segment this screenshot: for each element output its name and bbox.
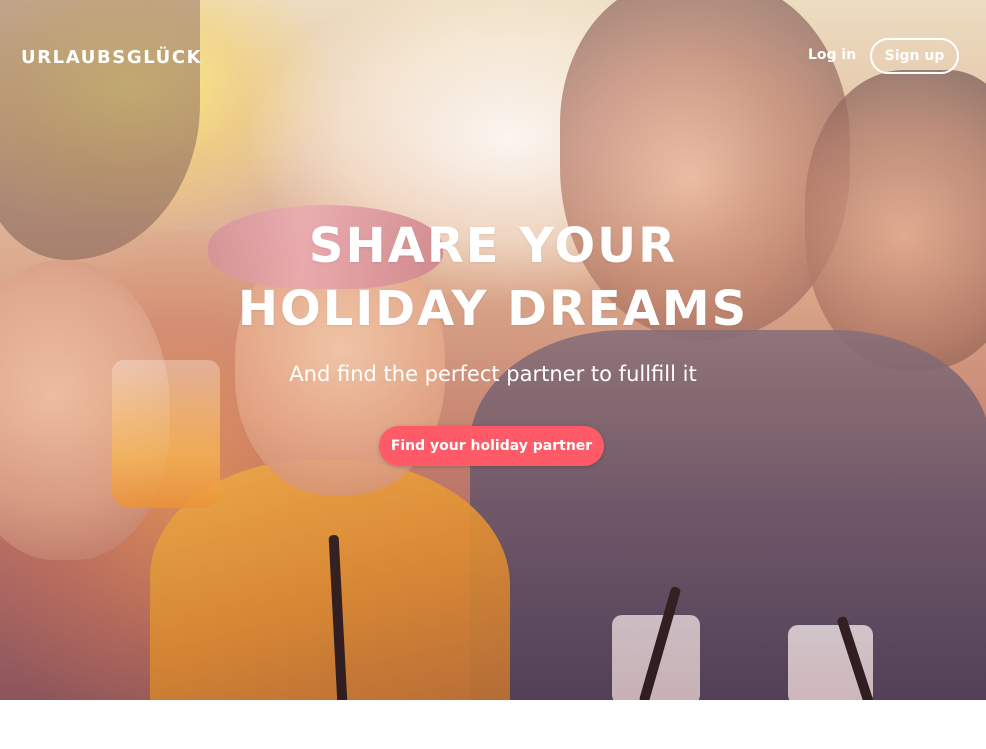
hero-section: URLAUBSGLÜCK Log in Sign up SHARE YOUR H… <box>0 0 986 700</box>
signup-button[interactable]: Sign up <box>870 38 959 74</box>
site-header: URLAUBSGLÜCK Log in Sign up <box>0 0 986 112</box>
find-holiday-partner-button[interactable]: Find your holiday partner <box>379 426 604 466</box>
login-link[interactable]: Log in <box>808 47 856 63</box>
hero-headline-line-2: HOLIDAY DREAMS <box>237 281 749 337</box>
hero-headline-line-1: SHARE YOUR <box>308 218 678 274</box>
brand-logo[interactable]: URLAUBSGLÜCK <box>21 47 202 68</box>
page-content-start <box>0 700 986 749</box>
hero-subheadline: And find the perfect partner to fullfill… <box>289 362 697 386</box>
